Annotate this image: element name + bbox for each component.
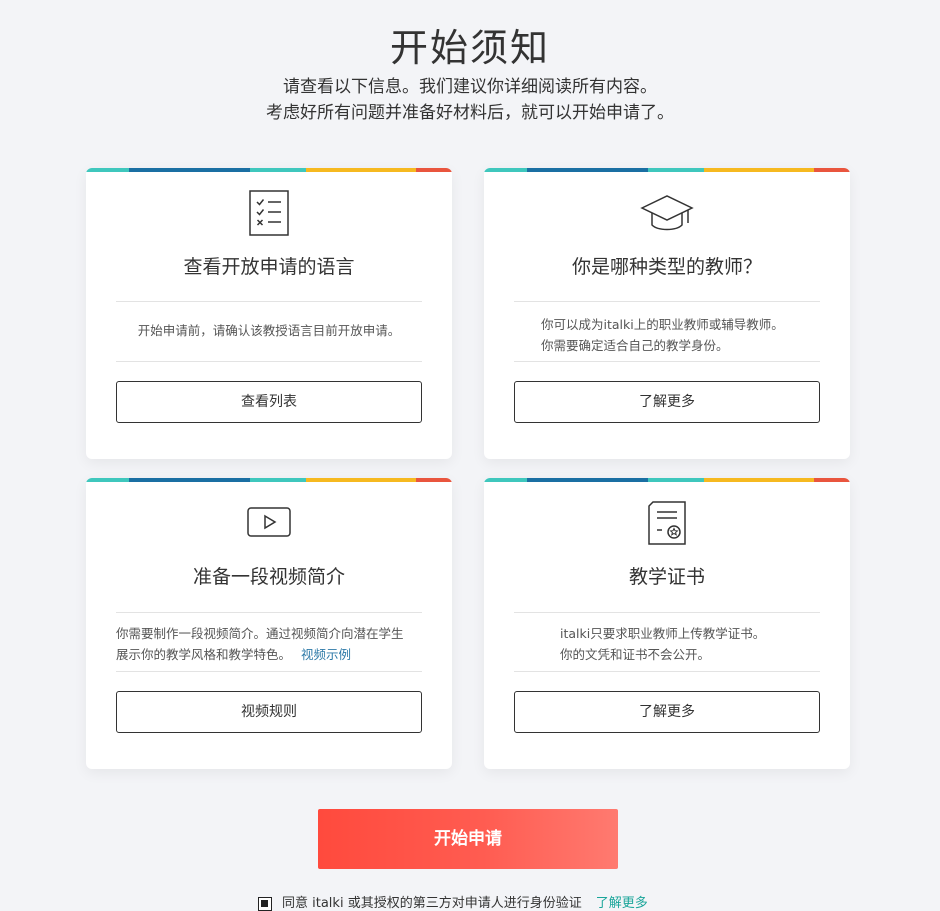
card-description-line: 开始申请前，请确认该教授语言目前开放申请。 (137, 323, 401, 338)
agreement-text: 同意 italki 或其授权的第三方对申请人进行身份验证 (282, 896, 582, 911)
card-description: italki只要求职业教师上传教学证书。 你的文凭和证书不会公开。 (560, 623, 830, 665)
divider (514, 671, 820, 672)
card-description: 你需要制作一段视频简介。通过视频简介向潜在学生 展示你的教学风格和教学特色。 视频… (116, 623, 422, 665)
video-example-link[interactable]: 视频示例 (301, 647, 351, 662)
agreement-checkbox[interactable] (258, 896, 272, 911)
page-subtitle-line2: 考虑好所有问题并准备好材料后，就可以开始申请了。 (266, 103, 674, 123)
card-description-line: 你需要制作一段视频简介。通过视频简介向潜在学生 (116, 626, 404, 641)
divider (116, 361, 422, 362)
card-title: 教学证书 (628, 566, 705, 588)
learn-more-teacher-type-button[interactable]: 了解更多 (514, 381, 820, 423)
card-description-line: 你可以成为italki上的职业教师或辅导教师。 (541, 317, 784, 332)
card-description: 开始申请前，请确认该教授语言目前开放申请。 (116, 320, 422, 341)
card-teacher-type: 你是哪种类型的教师？ 你可以成为italki上的职业教师或辅导教师。 你需要确定… (484, 168, 850, 459)
checklist-icon (86, 190, 452, 236)
divider (514, 612, 820, 613)
color-stripe (86, 168, 452, 172)
agreement-row: 同意 italki 或其授权的第三方对申请人进行身份验证 了解更多 (258, 892, 648, 911)
page-header: 开始须知 请查看以下信息。我们建议你详细阅读所有内容。 考虑好所有问题并准备好材… (0, 22, 940, 126)
card-title: 准备一段视频简介 (192, 566, 345, 588)
graduation-cap-icon (484, 190, 850, 236)
divider (116, 301, 422, 302)
page-subtitle-line1: 请查看以下信息。我们建议你详细阅读所有内容。 (283, 77, 657, 97)
card-certificate: 教学证书 italki只要求职业教师上传教学证书。 你的文凭和证书不会公开。 了… (484, 478, 850, 769)
video-rules-button[interactable]: 视频规则 (116, 691, 422, 733)
card-description-line: 你需要确定适合自己的教学身份。 (541, 338, 729, 353)
color-stripe (484, 168, 850, 172)
divider (514, 361, 820, 362)
learn-more-certificate-button[interactable]: 了解更多 (514, 691, 820, 733)
card-description-text: 展示你的教学风格和教学特色。 (116, 647, 292, 662)
card-description-line: italki只要求职业教师上传教学证书。 (560, 626, 766, 641)
agreement-learn-more-link[interactable]: 了解更多 (596, 896, 648, 911)
video-play-icon (86, 500, 452, 546)
card-description-line: 你的文凭和证书不会公开。 (560, 647, 711, 662)
card-description-line: 展示你的教学风格和教学特色。 视频示例 (116, 644, 422, 665)
color-stripe (86, 478, 452, 482)
page-title: 开始须知 (389, 26, 550, 70)
divider (116, 612, 422, 613)
card-video-intro: 准备一段视频简介 你需要制作一段视频简介。通过视频简介向潜在学生 展示你的教学风… (86, 478, 452, 769)
certificate-icon (484, 500, 850, 546)
card-description: 你可以成为italki上的职业教师或辅导教师。 你需要确定适合自己的教学身份。 (541, 314, 831, 356)
start-application-button[interactable]: 开始申请 (318, 809, 618, 869)
color-stripe (484, 478, 850, 482)
divider (514, 301, 820, 302)
card-title: 你是哪种类型的教师？ (571, 256, 762, 278)
divider (116, 671, 422, 672)
card-languages: 查看开放申请的语言 开始申请前，请确认该教授语言目前开放申请。 查看列表 (86, 168, 452, 459)
view-list-button[interactable]: 查看列表 (116, 381, 422, 423)
card-title: 查看开放申请的语言 (183, 256, 355, 278)
